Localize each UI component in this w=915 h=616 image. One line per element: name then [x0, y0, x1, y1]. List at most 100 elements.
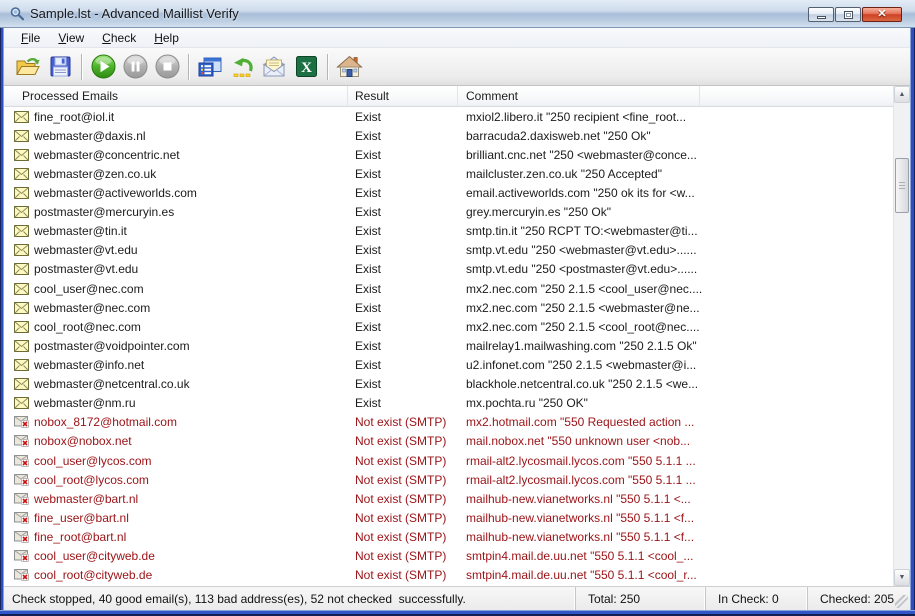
table-row[interactable]: fine_root@iol.it Exist mxiol2.libero.it … — [4, 107, 893, 126]
email-bad-icon — [14, 474, 29, 486]
return-button[interactable] — [226, 51, 258, 83]
email-ok-icon — [14, 130, 29, 142]
table-row[interactable]: nobox_8172@hotmail.com Not exist (SMTP) … — [4, 413, 893, 432]
open-file-button[interactable] — [12, 51, 44, 83]
table-row[interactable]: webmaster@info.net Exist u2.infonet.com … — [4, 355, 893, 374]
table-row[interactable]: webmaster@daxis.nl Exist barracuda2.daxi… — [4, 126, 893, 145]
email-ok-icon — [14, 397, 29, 409]
home-button[interactable] — [333, 51, 365, 83]
table-row[interactable]: cool_user@lycos.com Not exist (SMTP) rma… — [4, 451, 893, 470]
email-ok-icon — [14, 149, 29, 161]
resize-grip[interactable] — [895, 595, 908, 608]
email-address: webmaster@concentric.net — [34, 148, 180, 162]
comment-cell: mail.nobox.net "550 unknown user <nob... — [458, 434, 893, 448]
table-row[interactable]: webmaster@netcentral.co.uk Exist blackho… — [4, 375, 893, 394]
email-address: cool_root@cityweb.de — [34, 568, 152, 582]
column-header-processed-emails[interactable]: Processed Emails — [4, 86, 348, 106]
column-header-result[interactable]: Result — [348, 86, 458, 106]
table-row[interactable]: postmaster@mercuryin.es Exist grey.mercu… — [4, 203, 893, 222]
maximize-icon — [844, 11, 853, 19]
titlebar[interactable]: Sample.lst - Advanced Maillist Verify ✕ — [0, 0, 915, 28]
table-row[interactable]: webmaster@vt.edu Exist smtp.vt.edu "250 … — [4, 241, 893, 260]
email-address: fine_user@bart.nl — [34, 511, 129, 525]
table-row[interactable]: cool_root@nec.com Exist mx2.nec.com "250… — [4, 317, 893, 336]
minimize-button[interactable] — [808, 7, 834, 22]
table-row[interactable]: postmaster@voidpointer.com Exist mailrel… — [4, 336, 893, 355]
report-list-icon — [197, 55, 223, 79]
table-row[interactable]: webmaster@nm.ru Exist mx.pochta.ru "250 … — [4, 394, 893, 413]
list-header: Processed Emails Result Comment — [4, 86, 893, 107]
email-address: webmaster@nec.com — [34, 301, 150, 315]
comment-cell: smtpin4.mail.de.uu.net "550 5.1.1 <cool_… — [458, 549, 893, 563]
maximize-button[interactable] — [835, 7, 861, 22]
email-address: webmaster@daxis.nl — [34, 129, 146, 143]
envelope-open-icon — [261, 54, 287, 79]
table-row[interactable]: webmaster@zen.co.uk Exist mailcluster.ze… — [4, 164, 893, 183]
comment-cell: smtp.vt.edu "250 <webmaster@vt.edu>.....… — [458, 243, 893, 257]
window-frame-bottom — [0, 610, 915, 616]
table-row[interactable]: cool_root@lycos.com Not exist (SMTP) rma… — [4, 470, 893, 489]
export-excel-button[interactable]: X — [290, 51, 322, 83]
email-address: postmaster@mercuryin.es — [34, 205, 174, 219]
table-row[interactable]: webmaster@nec.com Exist mx2.nec.com "250… — [4, 298, 893, 317]
table-row[interactable]: cool_user@cityweb.de Not exist (SMTP) sm… — [4, 547, 893, 566]
result-cell: Exist — [348, 301, 458, 315]
email-ok-icon — [14, 206, 29, 218]
comment-cell: grey.mercuryin.es "250 Ok" — [458, 205, 893, 219]
window-frame-left — [0, 28, 4, 616]
email-message-button[interactable] — [258, 51, 290, 83]
result-cell: Exist — [348, 282, 458, 296]
table-row[interactable]: webmaster@concentric.net Exist brilliant… — [4, 145, 893, 164]
table-row[interactable]: webmaster@activeworlds.com Exist email.a… — [4, 183, 893, 202]
save-button[interactable] — [44, 51, 76, 83]
play-icon — [90, 53, 117, 80]
stop-check-button[interactable] — [151, 51, 183, 83]
comment-cell: mx.pochta.ru "250 OK" — [458, 396, 893, 410]
comment-cell: smtpin4.mail.de.uu.net "550 5.1.1 <cool_… — [458, 568, 893, 582]
menu-check[interactable]: Check — [93, 29, 145, 47]
comment-cell: mx2.hotmail.com "550 Requested action ..… — [458, 415, 893, 429]
table-row[interactable]: fine_root@bart.nl Not exist (SMTP) mailh… — [4, 527, 893, 546]
email-address: webmaster@tin.it — [34, 224, 127, 238]
email-address: webmaster@netcentral.co.uk — [34, 377, 190, 391]
scroll-down-button[interactable]: ▼ — [894, 569, 910, 586]
scrollbar-thumb[interactable] — [895, 158, 909, 213]
comment-cell: smtp.tin.it "250 RCPT TO:<webmaster@ti..… — [458, 224, 893, 238]
table-row[interactable]: webmaster@bart.nl Not exist (SMTP) mailh… — [4, 489, 893, 508]
table-row[interactable]: webmaster@tin.it Exist smtp.tin.it "250 … — [4, 222, 893, 241]
scroll-up-button[interactable]: ▲ — [894, 86, 910, 103]
table-row[interactable]: nobox@nobox.net Not exist (SMTP) mail.no… — [4, 432, 893, 451]
email-ok-icon — [14, 225, 29, 237]
comment-cell: blackhole.netcentral.co.uk "250 2.1.5 <w… — [458, 377, 893, 391]
email-ok-icon — [14, 244, 29, 256]
result-cell: Exist — [348, 377, 458, 391]
table-row[interactable]: cool_root@cityweb.de Not exist (SMTP) sm… — [4, 566, 893, 585]
email-ok-icon — [14, 263, 29, 275]
result-cell: Not exist (SMTP) — [348, 549, 458, 563]
home-icon — [336, 53, 363, 80]
menu-view[interactable]: View — [49, 29, 93, 47]
comment-cell: mailhub-new.vianetworks.nl "550 5.1.1 <.… — [458, 492, 893, 506]
pause-check-button[interactable] — [119, 51, 151, 83]
start-check-button[interactable] — [87, 51, 119, 83]
comment-cell: mx2.nec.com "250 2.1.5 <cool_user@nec...… — [458, 282, 893, 296]
result-cell: Not exist (SMTP) — [348, 511, 458, 525]
vertical-scrollbar[interactable]: ▲ ▼ — [893, 86, 910, 586]
window-frame-right — [910, 28, 915, 616]
table-row[interactable]: postmaster@vt.edu Exist smtp.vt.edu "250… — [4, 260, 893, 279]
column-header-comment[interactable]: Comment — [458, 86, 700, 106]
table-row[interactable]: cool_user@nec.com Exist mx2.nec.com "250… — [4, 279, 893, 298]
toolbar: X — [4, 48, 910, 86]
status-in-check: In Check: 0 — [705, 587, 807, 610]
close-button[interactable]: ✕ — [862, 7, 902, 22]
status-message: Check stopped, 40 good email(s), 113 bad… — [4, 587, 575, 610]
email-address: fine_root@bart.nl — [34, 530, 126, 544]
column-header-blank — [700, 86, 893, 106]
menu-help[interactable]: Help — [145, 29, 188, 47]
table-row[interactable]: fine_user@bart.nl Not exist (SMTP) mailh… — [4, 508, 893, 527]
email-bad-icon — [14, 455, 29, 467]
comment-cell: mailcluster.zen.co.uk "250 Accepted" — [458, 167, 893, 181]
result-cell: Exist — [348, 110, 458, 124]
report-button[interactable] — [194, 51, 226, 83]
menu-file[interactable]: File — [12, 29, 49, 47]
